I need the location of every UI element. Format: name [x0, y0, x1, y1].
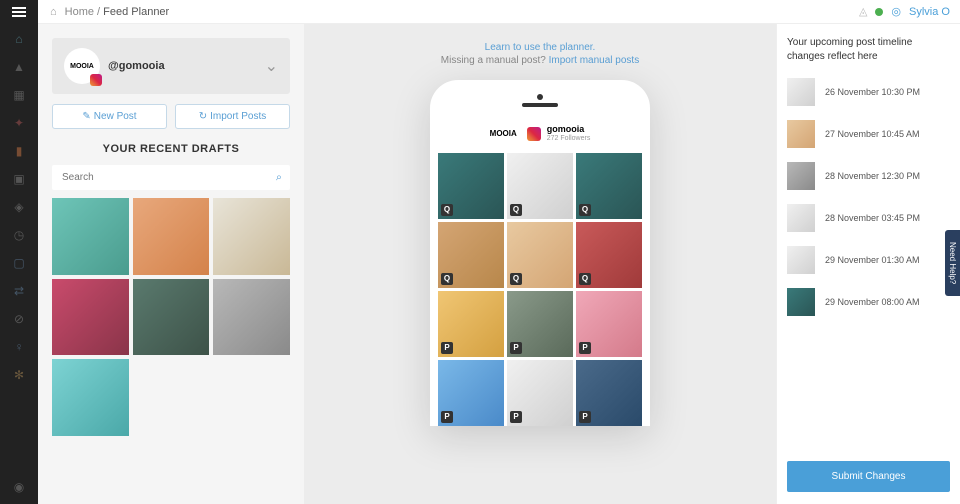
- breadcrumb-home[interactable]: Home: [65, 6, 94, 18]
- refresh-icon: ↻: [199, 111, 207, 122]
- draft-thumb[interactable]: [133, 198, 210, 275]
- sidebar-calendar-icon[interactable]: ▣: [12, 172, 26, 186]
- sidebar-link-icon[interactable]: ⇄: [12, 284, 26, 298]
- search-icon[interactable]: ⌕: [276, 171, 282, 184]
- timeline-thumb: [787, 120, 815, 148]
- import-hint: Missing a manual post? Import manual pos…: [441, 55, 639, 66]
- feed-cell[interactable]: P: [507, 360, 573, 426]
- instagram-icon: [527, 127, 541, 141]
- timeline-item[interactable]: 28 November 03:45 PM: [787, 204, 950, 232]
- sidebar-layers-icon[interactable]: ◈: [12, 200, 26, 214]
- feed-cell[interactable]: P: [576, 360, 642, 426]
- account-handle: @gomooia: [108, 60, 165, 72]
- phone-feed-grid: Q Q Q Q Q Q P P P P P P: [438, 153, 642, 426]
- timeline-item[interactable]: 29 November 01:30 AM: [787, 246, 950, 274]
- sidebar-tag-icon[interactable]: ⊘: [12, 312, 26, 326]
- phone-camera: [537, 94, 543, 100]
- drafts-title: YOUR RECENT DRAFTS: [52, 143, 290, 155]
- search-input[interactable]: [52, 165, 290, 190]
- timeline-thumb: [787, 162, 815, 190]
- timeline-thumb: [787, 288, 815, 316]
- status-indicator: [875, 8, 883, 16]
- phone-speaker: [522, 103, 558, 107]
- feed-cell[interactable]: Q: [576, 153, 642, 219]
- feed-cell[interactable]: P: [438, 360, 504, 426]
- learn-link[interactable]: Learn to use the planner.: [485, 42, 596, 53]
- sidebar: ⌂ ▲ ▦ ✦ ▮ ▣ ◈ ◷ ▢ ⇄ ⊘ ♀ ✻ ◉: [0, 24, 38, 504]
- timeline-thumb: [787, 204, 815, 232]
- draft-thumb[interactable]: [52, 279, 129, 356]
- pencil-icon: ✎: [82, 111, 90, 122]
- feed-cell[interactable]: P: [576, 291, 642, 357]
- breadcrumb: Home / Feed Planner: [65, 6, 170, 18]
- phone-preview: MOOIA gomooia 272 Followers Q Q Q Q Q Q …: [430, 80, 650, 426]
- sidebar-upload-icon[interactable]: ▲: [12, 60, 26, 74]
- draft-thumb[interactable]: [52, 198, 129, 275]
- sidebar-bag-icon[interactable]: ▢: [12, 256, 26, 270]
- timeline-thumb: [787, 78, 815, 106]
- feed-cell[interactable]: Q: [438, 153, 504, 219]
- home-icon[interactable]: ⌂: [50, 6, 57, 18]
- left-panel: MOOIA @gomooia ⌄ ✎New Post ↻Import Posts…: [38, 24, 304, 504]
- sidebar-gear-icon[interactable]: ✻: [12, 368, 26, 382]
- draft-thumb[interactable]: [133, 279, 210, 356]
- sidebar-home-icon[interactable]: ⌂: [12, 32, 26, 46]
- feed-cell[interactable]: Q: [507, 222, 573, 288]
- breadcrumb-current: Feed Planner: [103, 6, 169, 18]
- new-post-button[interactable]: ✎New Post: [52, 104, 167, 129]
- timeline-item[interactable]: 26 November 10:30 PM: [787, 78, 950, 106]
- sidebar-help-icon[interactable]: ◉: [12, 480, 26, 494]
- draft-thumb[interactable]: [213, 279, 290, 356]
- center-panel: Learn to use the planner. Missing a manu…: [304, 24, 776, 504]
- account-logo: MOOIA: [64, 48, 100, 84]
- draft-thumb[interactable]: [213, 198, 290, 275]
- sidebar-clock-icon[interactable]: ◷: [12, 228, 26, 242]
- timeline-title: Your upcoming post timeline changes refl…: [787, 36, 950, 64]
- hamburger-menu[interactable]: [0, 0, 38, 24]
- timeline-item[interactable]: 28 November 12:30 PM: [787, 162, 950, 190]
- user-icon: ◎: [891, 5, 901, 18]
- phone-profile-header: MOOIA gomooia 272 Followers: [438, 117, 642, 153]
- feed-cell[interactable]: Q: [438, 222, 504, 288]
- feed-cell[interactable]: P: [507, 291, 573, 357]
- feed-cell[interactable]: P: [438, 291, 504, 357]
- timeline-item[interactable]: 29 November 08:00 AM: [787, 288, 950, 316]
- sidebar-user-icon[interactable]: ♀: [12, 340, 26, 354]
- chevron-down-icon: ⌄: [265, 56, 278, 76]
- account-selector[interactable]: MOOIA @gomooia ⌄: [52, 38, 290, 94]
- drafts-grid: [52, 198, 290, 436]
- right-panel: Your upcoming post timeline changes refl…: [776, 24, 960, 504]
- profile-username: gomooia: [547, 125, 591, 135]
- feed-cell[interactable]: Q: [507, 153, 573, 219]
- submit-changes-button[interactable]: Submit Changes: [787, 461, 950, 492]
- timeline-item[interactable]: 27 November 10:45 AM: [787, 120, 950, 148]
- topbar: ⌂ Home / Feed Planner ◬ ◎ Sylvia O: [0, 0, 960, 24]
- sidebar-star-icon[interactable]: ✦: [12, 116, 26, 130]
- timeline-list: 26 November 10:30 PM 27 November 10:45 A…: [787, 78, 950, 461]
- sidebar-grid-icon[interactable]: ▦: [12, 88, 26, 102]
- import-posts-button[interactable]: ↻Import Posts: [175, 104, 290, 129]
- import-manual-link[interactable]: Import manual posts: [549, 55, 640, 66]
- user-name[interactable]: Sylvia O: [909, 6, 950, 18]
- feed-cell[interactable]: Q: [576, 222, 642, 288]
- help-tab[interactable]: Need Help?: [945, 230, 960, 296]
- draft-thumb[interactable]: [52, 359, 129, 436]
- notification-icon[interactable]: ◬: [859, 5, 867, 18]
- timeline-thumb: [787, 246, 815, 274]
- profile-followers: 272 Followers: [547, 135, 591, 143]
- sidebar-chart-icon[interactable]: ▮: [12, 144, 26, 158]
- instagram-badge-icon: [90, 74, 102, 86]
